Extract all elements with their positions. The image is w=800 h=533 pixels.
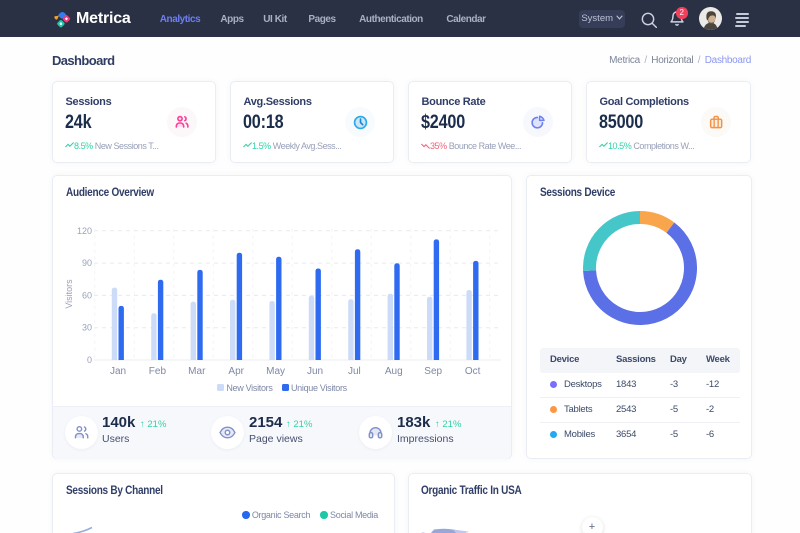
svg-text:Mar: Mar <box>188 366 206 377</box>
svg-text:Jul: Jul <box>348 366 361 377</box>
svg-text:90: 90 <box>82 258 92 268</box>
svg-text:120: 120 <box>77 226 92 236</box>
svg-text:0: 0 <box>87 355 92 365</box>
svg-text:60: 60 <box>82 290 92 300</box>
svg-text:May: May <box>266 366 285 377</box>
svg-text:Oct: Oct <box>465 366 481 377</box>
svg-text:Visitors: Visitors <box>64 279 74 309</box>
svg-text:Feb: Feb <box>149 366 167 377</box>
svg-text:Jan: Jan <box>110 366 126 377</box>
svg-text:Aug: Aug <box>385 366 403 377</box>
svg-text:30: 30 <box>82 323 92 333</box>
svg-text:Jun: Jun <box>307 366 323 377</box>
svg-text:Apr: Apr <box>228 366 244 377</box>
svg-text:Sep: Sep <box>424 366 442 377</box>
